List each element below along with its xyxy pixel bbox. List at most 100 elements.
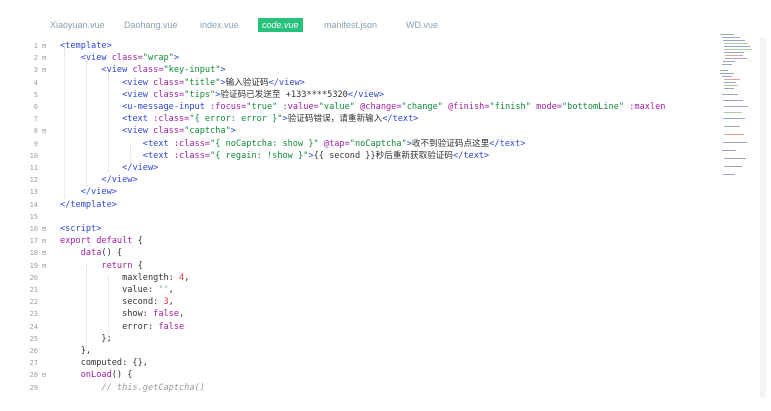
code-line[interactable]: 14 </template> — [0, 199, 740, 211]
code-token: "wrap" — [142, 53, 174, 64]
code-token: @tap= — [318, 138, 350, 149]
code-line[interactable]: 27 computed: {}, — [0, 357, 740, 369]
code-token: mode= — [530, 102, 562, 112]
code-line[interactable]: 3 ⊟ <view class="key-input"> — [0, 64, 740, 76]
code-line[interactable]: 29 // this.getCaptcha() — [0, 382, 740, 394]
line-number: 6 — [33, 103, 38, 111]
code-text: second: 3, — [60, 296, 174, 308]
fold-toggle-icon[interactable]: ⊟ — [42, 52, 46, 64]
vertical-scrollbar[interactable] — [760, 38, 766, 398]
code-line[interactable]: 4 <view class="title">输入验证码</view> — [0, 77, 740, 89]
line-number: 10 — [29, 151, 38, 160]
code-token: data — [80, 248, 102, 259]
code-token: class= — [111, 53, 143, 64]
code-line[interactable]: 2 ⊟ <view class="wrap"> — [0, 52, 740, 64]
code-line[interactable]: 13 </view> — [0, 186, 740, 198]
code-token: <view — [122, 126, 154, 137]
code-text: show: false, — [60, 308, 184, 320]
code-line[interactable]: 25 }; — [0, 333, 740, 345]
code-token: export default — [60, 236, 138, 247]
tab-index-vue[interactable]: index.vue — [196, 18, 243, 32]
code-line[interactable]: 21 value: '', — [0, 284, 740, 296]
code-text: <template> — [60, 40, 112, 52]
tab-wd-vue[interactable]: WD.vue — [402, 18, 442, 32]
code-token: </view> — [80, 187, 117, 198]
code-token: > — [173, 53, 180, 64]
code-token: { — [137, 236, 143, 247]
code-token: </view> — [101, 175, 138, 186]
code-line[interactable]: 16 ⊟ <script> — [0, 223, 740, 235]
code-token: </view> — [268, 77, 305, 88]
code-token: 验证码错误，请重新输入 — [287, 114, 383, 125]
line-number: 24 — [29, 322, 38, 331]
code-area[interactable]: 1 ⊟ <template> 2 ⊟ <view class="wrap"> 3 ⊟ <vi… — [0, 38, 740, 411]
tab-xiaoyuan-vue[interactable]: Xiaoyuan.vue — [46, 18, 109, 32]
code-token: :class= — [153, 114, 190, 125]
code-line[interactable]: 19 ⊟ return { — [0, 260, 740, 272]
code-line[interactable]: 24 error: false — [0, 321, 740, 333]
code-line[interactable]: 11 </view> — [0, 162, 740, 174]
code-token: "captcha" — [184, 126, 231, 137]
code-text: </template> — [60, 199, 117, 211]
line-number: 14 — [29, 200, 38, 209]
code-token: () { — [111, 370, 133, 381]
line-number: 5 — [33, 90, 38, 99]
code-token: { — [137, 260, 143, 271]
code-token: , — [179, 309, 185, 320]
code-line[interactable]: 9 <text :class="{ noCaptcha: show }" @ta… — [0, 138, 740, 150]
code-token: 收不到验证码点这里 — [411, 138, 490, 149]
code-token: , — [168, 285, 174, 295]
line-number: 11 — [29, 164, 38, 172]
code-text: </view> — [60, 174, 138, 186]
code-line[interactable]: 8 ⊟ <view class="captcha"> — [0, 125, 740, 137]
code-token: class= — [153, 89, 185, 100]
line-number: 27 — [29, 359, 38, 368]
tab-daohang-vue[interactable]: Daohang.vue — [120, 18, 182, 32]
code-text: error: false — [60, 321, 184, 333]
code-line[interactable]: 22 second: 3, — [0, 296, 740, 308]
code-text: data() { — [60, 247, 122, 259]
fold-toggle-icon[interactable]: ⊟ — [42, 260, 46, 272]
code-line[interactable]: 5 <view class="tips">验证码已发送至 +133****532… — [0, 89, 740, 101]
code-text: <text :class="{ regain: !show }">{{ seco… — [60, 150, 489, 162]
fold-toggle-icon[interactable]: ⊟ — [42, 40, 46, 52]
code-line[interactable]: 17 ⊟ export default { — [0, 235, 740, 247]
file-tab-bar: Xiaoyuan.vue Daohang.vue index.vue code.… — [0, 14, 771, 36]
code-text: <u-message-input :focus="true" :value="v… — [60, 101, 665, 113]
code-line[interactable]: 20 maxlength: 4, — [0, 272, 740, 284]
code-token: computed: {}, — [60, 358, 148, 369]
code-line[interactable]: 1 ⊟ <template> — [0, 40, 740, 52]
line-number: 26 — [29, 347, 38, 355]
code-token: "key-input" — [163, 65, 221, 76]
tab-code-vue[interactable]: code.vue — [258, 18, 303, 32]
tab-manifest-json[interactable]: manifest.json — [320, 18, 381, 32]
code-line[interactable]: 18 ⊟ data() { — [0, 247, 740, 259]
code-line[interactable]: 23 show: false, — [0, 308, 740, 320]
code-token: onLoad — [80, 370, 112, 381]
code-line[interactable]: 12 </view> — [0, 174, 740, 186]
fold-toggle-icon[interactable]: ⊟ — [42, 64, 46, 76]
line-number: 17 — [29, 237, 38, 246]
fold-toggle-icon[interactable]: ⊟ — [42, 235, 46, 247]
fold-toggle-icon[interactable]: ⊟ — [42, 247, 46, 259]
code-token: return — [101, 260, 138, 271]
code-line[interactable]: 10 <text :class="{ regain: !show }">{{ s… — [0, 150, 740, 162]
fold-toggle-icon[interactable]: ⊟ — [42, 369, 46, 381]
code-line[interactable]: 26 }, — [0, 345, 740, 357]
code-token: "noCaptcha" — [349, 138, 407, 149]
code-text: <view class="wrap"> — [60, 52, 179, 64]
code-token: <view — [122, 77, 154, 88]
fold-toggle-icon[interactable]: ⊟ — [42, 125, 46, 137]
fold-toggle-icon[interactable]: ⊟ — [42, 223, 46, 235]
code-line[interactable]: 7 <text :class="{ error: error }">验证码错误，… — [0, 113, 740, 125]
minimap[interactable] — [720, 30, 752, 190]
code-token: > — [220, 65, 226, 76]
line-number: 1 — [33, 42, 38, 50]
code-line[interactable]: 6 <u-message-input :focus="true" :value=… — [0, 101, 740, 113]
code-line[interactable]: 15 — [0, 211, 740, 223]
code-line[interactable]: 28 ⊟ onLoad() { — [0, 369, 740, 381]
line-number: 2 — [33, 54, 38, 63]
